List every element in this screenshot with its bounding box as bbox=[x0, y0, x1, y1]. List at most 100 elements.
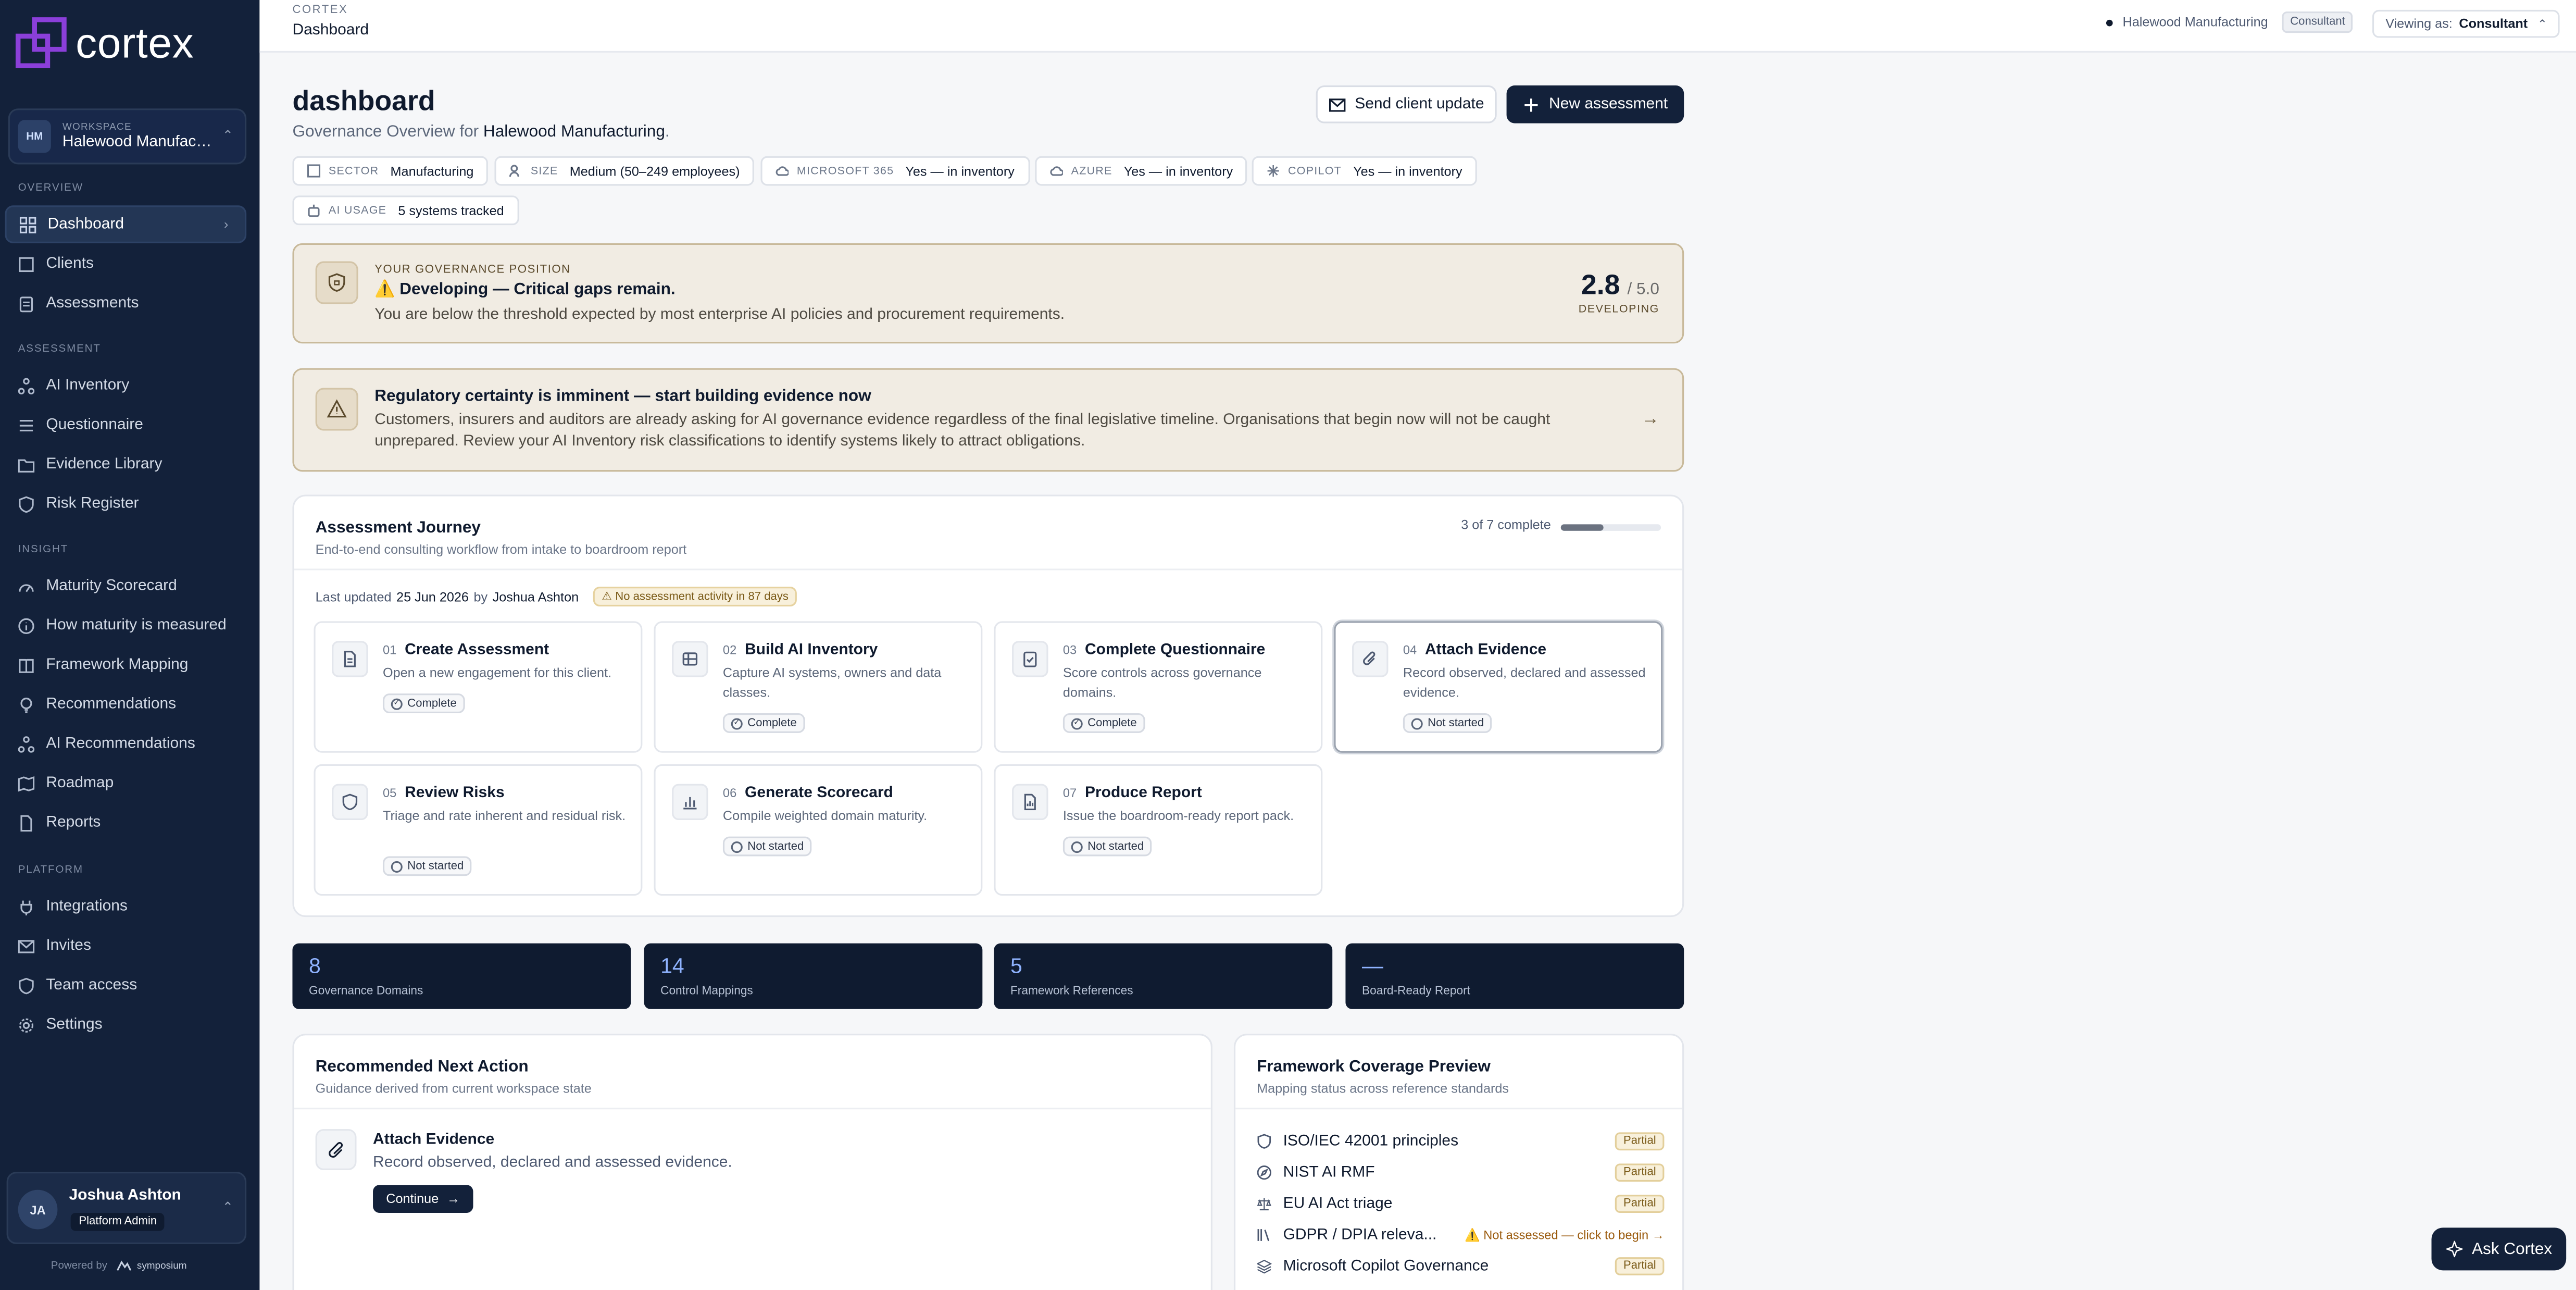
sidebar-item-recommendations[interactable]: Recommendations bbox=[5, 685, 246, 723]
cloud-icon bbox=[776, 166, 789, 176]
sidebar-item-evidence-library[interactable]: Evidence Library bbox=[5, 445, 246, 483]
chip-value: 5 systems tracked bbox=[398, 203, 504, 218]
framework-row-gdpr[interactable]: GDPR / DPIA releva... ⚠️ Not assessed — … bbox=[1257, 1223, 1664, 1246]
step-description: Capture AI systems, owners and data clas… bbox=[722, 665, 942, 700]
status-text: Complete bbox=[747, 717, 797, 729]
journey-step-6[interactable]: 06 Generate Scorecard Compile weighted do… bbox=[654, 764, 983, 896]
sidebar-item-ai-recommendations[interactable]: AI Recommendations bbox=[5, 725, 246, 763]
sparkle-icon bbox=[2445, 1241, 2462, 1258]
step-description: Record observed, declared and assessed e… bbox=[1403, 665, 1646, 700]
regulatory-title: Regulatory certainty is imminent — start… bbox=[374, 388, 871, 406]
clipboard-icon bbox=[1012, 641, 1048, 677]
journey-step-3[interactable]: 03 Complete Questionnaire Score controls … bbox=[994, 621, 1323, 753]
continue-button[interactable]: Continue → bbox=[373, 1185, 473, 1213]
cloud-icon bbox=[1050, 166, 1063, 176]
inactivity-warning-badge: ⚠ No assessment activity in 87 days bbox=[593, 587, 797, 606]
topbar: CORTEX Dashboard Halewood Manufacturing … bbox=[259, 0, 2576, 53]
sidebar-item-risk-register[interactable]: Risk Register bbox=[5, 485, 246, 523]
not-assessed-link[interactable]: ⚠️ Not assessed — click to begin → bbox=[1465, 1227, 1664, 1242]
sidebar-item-maturity-scorecard[interactable]: Maturity Scorecard bbox=[5, 567, 246, 605]
ask-cortex-button[interactable]: Ask Cortex bbox=[2431, 1227, 2567, 1271]
arrow-right-icon[interactable]: → bbox=[1641, 409, 1659, 429]
symposium-logo-icon bbox=[117, 1260, 132, 1271]
chip-value: Yes — in inventory bbox=[1123, 163, 1233, 179]
shield-icon bbox=[19, 495, 34, 512]
new-assessment-label: New assessment bbox=[1549, 95, 1668, 114]
stat-board-ready-report: — Board-Ready Report bbox=[1345, 943, 1684, 1009]
step-title: Create Assessment bbox=[405, 641, 549, 659]
step-number: 01 bbox=[382, 642, 397, 658]
mail-icon bbox=[1328, 97, 1345, 111]
cortex-logo[interactable]: cortex bbox=[15, 17, 194, 69]
journey-step-5[interactable]: 05 Review Risks Triage and rate inherent … bbox=[314, 764, 643, 896]
sidebar-item-roadmap[interactable]: Roadmap bbox=[5, 764, 246, 802]
chip-key: AI USAGE bbox=[328, 204, 387, 216]
user-menu[interactable]: JA Joshua Ashton Platform Admin ⌃ bbox=[6, 1172, 247, 1244]
sidebar-item-label: AI Recommendations bbox=[46, 735, 195, 753]
regulatory-banner[interactable]: Regulatory certainty is imminent — start… bbox=[292, 368, 1684, 472]
map-icon bbox=[18, 775, 35, 791]
journey-title: Assessment Journey bbox=[315, 519, 481, 538]
stat-value: 5 bbox=[1010, 953, 1022, 978]
layers-icon bbox=[1257, 1259, 1272, 1273]
cortex-logo-icon bbox=[15, 17, 67, 68]
next-action-card: Recommended Next Action Guidance derived… bbox=[292, 1034, 1212, 1290]
sidebar-item-invites[interactable]: Invites bbox=[5, 927, 246, 965]
framework-name: Microsoft Copilot Governance bbox=[1283, 1256, 1489, 1275]
governance-position-banner: YOUR GOVERNANCE POSITION ⚠️ Developing —… bbox=[292, 243, 1684, 344]
journey-step-2[interactable]: 02 Build AI Inventory Capture AI systems,… bbox=[654, 621, 983, 753]
viewing-as-label: Viewing as: bbox=[2385, 16, 2453, 31]
score-level: DEVELOPING bbox=[1578, 304, 1659, 316]
mail-icon bbox=[18, 939, 35, 952]
framework-row-nist[interactable]: NIST AI RMF Partial bbox=[1257, 1160, 1665, 1183]
document-icon bbox=[332, 641, 368, 677]
sidebar-item-label: Evidence Library bbox=[46, 455, 162, 474]
sidebar-item-questionnaire[interactable]: Questionnaire bbox=[5, 406, 246, 444]
plug-icon bbox=[20, 900, 32, 915]
sidebar-item-assessments[interactable]: Assessments bbox=[5, 284, 246, 323]
status-badge: Partial bbox=[1615, 1194, 1665, 1212]
framework-row-copilot[interactable]: Microsoft Copilot Governance Partial bbox=[1257, 1254, 1665, 1277]
framework-name: NIST AI RMF bbox=[1283, 1162, 1375, 1181]
framework-subtitle: Mapping status across reference standard… bbox=[1257, 1081, 1509, 1096]
sidebar-item-integrations[interactable]: Integrations bbox=[5, 887, 246, 925]
framework-row-eu-ai-act[interactable]: EU AI Act triage Partial bbox=[1257, 1192, 1665, 1214]
framework-coverage-card: Framework Coverage Preview Mapping statu… bbox=[1233, 1034, 1684, 1290]
breadcrumb-app[interactable]: CORTEX bbox=[292, 5, 348, 16]
status-badge: Partial bbox=[1615, 1131, 1665, 1150]
status-badge: Partial bbox=[1615, 1162, 1665, 1181]
sidebar-item-reports[interactable]: Reports bbox=[5, 804, 246, 842]
sidebar-item-settings[interactable]: Settings bbox=[5, 1006, 246, 1044]
subtitle-prefix: Governance Overview for bbox=[292, 123, 483, 142]
sidebar-item-team-access[interactable]: Team access bbox=[5, 966, 246, 1004]
user-name: Joshua Ashton bbox=[69, 1186, 181, 1205]
sidebar-item-label: Dashboard bbox=[47, 215, 124, 233]
journey-step-7[interactable]: 07 Produce Report Issue the boardroom-rea… bbox=[994, 764, 1323, 896]
document-icon bbox=[20, 814, 32, 831]
workspace-avatar: HM bbox=[18, 120, 51, 153]
workspace-label: WORKSPACE bbox=[62, 122, 132, 132]
step-description: Triage and rate inherent and residual ri… bbox=[382, 808, 626, 824]
current-org-name: Halewood Manufacturing bbox=[2122, 15, 2268, 30]
role-badge: Consultant bbox=[2282, 11, 2354, 33]
status-text: Not started bbox=[1428, 717, 1484, 729]
subtitle-suffix: . bbox=[665, 123, 670, 142]
sidebar-item-how-maturity[interactable]: How maturity is measured bbox=[5, 606, 246, 644]
sidebar-item-clients[interactable]: Clients bbox=[5, 245, 246, 283]
sidebar-item-framework-mapping[interactable]: Framework Mapping bbox=[5, 646, 246, 684]
workspace-switcher[interactable]: HM WORKSPACE Halewood Manufacturing ⌃ bbox=[8, 108, 247, 165]
workspace-name: Halewood Manufacturing bbox=[62, 132, 214, 151]
sidebar-item-dashboard[interactable]: Dashboard › bbox=[5, 205, 247, 243]
new-assessment-button[interactable]: New assessment bbox=[1506, 85, 1684, 123]
sidebar-item-label: Recommendations bbox=[46, 695, 177, 714]
chip-key: COPILOT bbox=[1288, 165, 1342, 177]
viewing-as-select[interactable]: Viewing as: Consultant ⌃ bbox=[2372, 9, 2560, 38]
journey-step-4[interactable]: 04 Attach Evidence Record observed, decla… bbox=[1334, 621, 1663, 753]
stat-label: Control Mappings bbox=[660, 983, 753, 998]
framework-row-iso42001[interactable]: ISO/IEC 42001 principles Partial bbox=[1257, 1129, 1665, 1152]
sidebar-item-label: Assessments bbox=[46, 294, 139, 313]
divider bbox=[294, 568, 1683, 570]
send-client-update-button[interactable]: Send client update bbox=[1316, 85, 1497, 123]
journey-step-1[interactable]: 01 Create Assessment Open a new engagemen… bbox=[314, 621, 643, 753]
sidebar-item-ai-inventory[interactable]: AI Inventory bbox=[5, 366, 246, 404]
